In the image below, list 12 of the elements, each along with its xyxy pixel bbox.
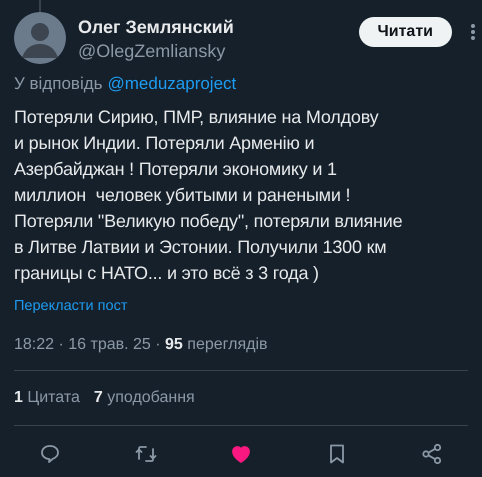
post-meta: 18:22 · 16 трав. 25 · 95 переглядів xyxy=(14,335,268,355)
stat-count[interactable]: 1 Цитата xyxy=(14,387,80,409)
stat-count[interactable]: 7 уподобання xyxy=(94,387,195,409)
follow-button[interactable]: Читати xyxy=(358,17,452,47)
mention-link[interactable]: @meduzaproject xyxy=(108,72,236,96)
translate-link[interactable]: Перекласти пост xyxy=(14,296,128,316)
reply-label: У відповідь xyxy=(14,73,102,95)
author-handle: @OlegZemliansky xyxy=(78,40,226,63)
more-icon[interactable] xyxy=(470,23,476,41)
author-name: Олег Землянский xyxy=(78,16,234,39)
post-text: Потеряли Сирию, ПМР, влияние на Молдову и рынок Индии. Потеряли Арменію и Азербайджан ! Потеряли экономику и 1 миллион человек убитыми и ранеными ! Потеряли "Великую победу", потеряли влияние в Литве Латвии и Эстонии. Получили 1300 км границы с НАТО... и это всё з 3 года ) xyxy=(14,106,404,285)
avatar[interactable] xyxy=(14,12,66,64)
